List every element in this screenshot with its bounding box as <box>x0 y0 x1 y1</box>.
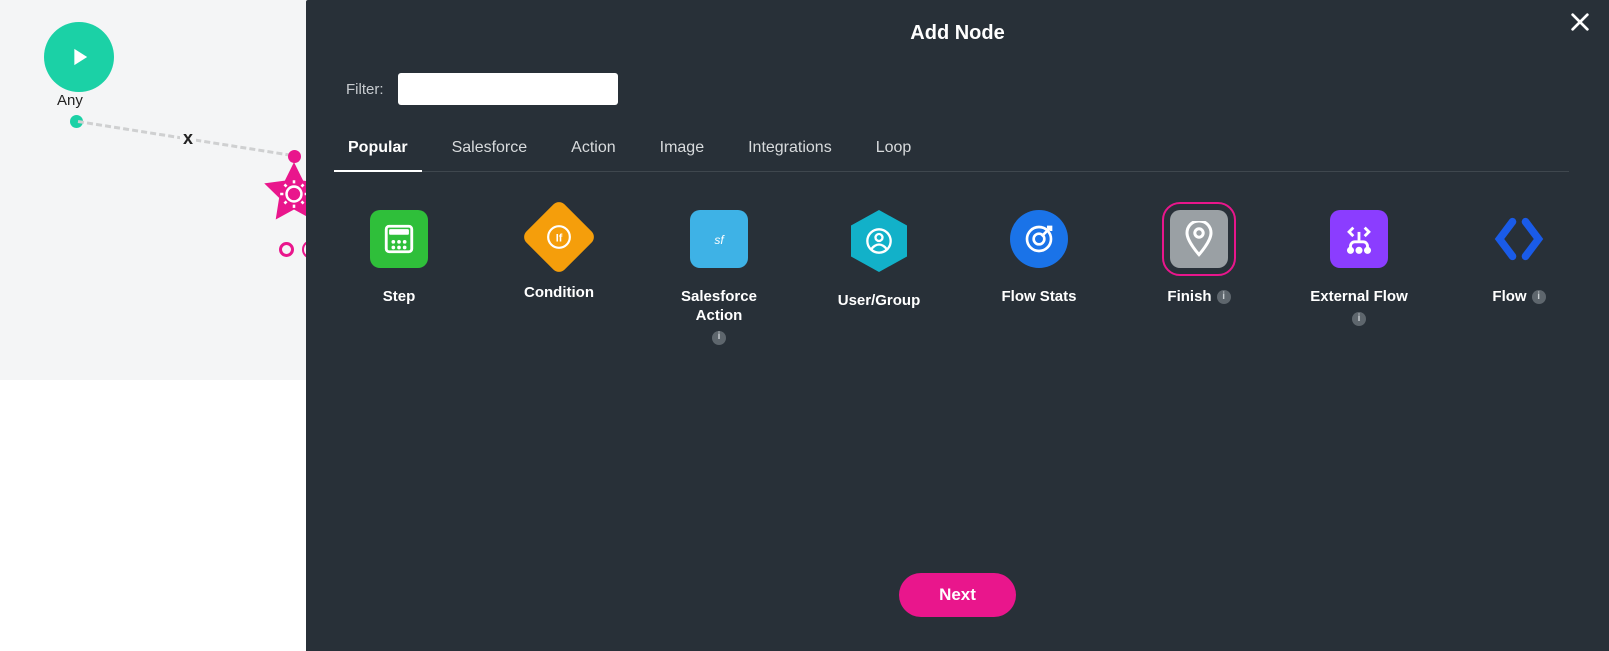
if-icon: If <box>521 199 597 275</box>
tile-label: User/Group <box>838 292 921 311</box>
tab-popular[interactable]: Popular <box>346 139 410 171</box>
tab-image[interactable]: Image <box>658 139 706 171</box>
user-icon <box>851 210 907 272</box>
info-icon[interactable]: i <box>712 331 726 345</box>
tile-external-flow[interactable]: External Flowi <box>1309 210 1409 345</box>
delete-connection-button[interactable]: x <box>180 128 196 149</box>
play-icon <box>65 43 93 71</box>
tile-condition[interactable]: If Condition <box>509 210 609 345</box>
tile-flow-stats[interactable]: Flow Stats <box>989 210 1089 345</box>
tile-flow[interactable]: Flowi <box>1469 210 1569 345</box>
tile-label: Finishi <box>1167 288 1230 307</box>
add-node-panel: Add Node Filter: Popular Salesforce Action… <box>306 0 1609 651</box>
info-icon[interactable]: i <box>1217 290 1231 304</box>
info-icon[interactable]: i <box>1532 290 1546 304</box>
tile-label: External Flowi <box>1309 288 1409 326</box>
close-icon <box>1569 11 1591 33</box>
node-output-port[interactable] <box>279 242 294 257</box>
tile-step[interactable]: Step <box>349 210 449 345</box>
tile-label: Condition <box>524 284 594 303</box>
tab-action[interactable]: Action <box>569 139 617 171</box>
tile-label: Salesforce Actioni <box>669 288 769 345</box>
cloud-icon: sf <box>690 210 748 268</box>
filter-row: Filter: <box>346 73 1569 105</box>
target-icon <box>1010 210 1068 268</box>
tile-label: Flowi <box>1492 288 1545 307</box>
close-button[interactable] <box>1569 10 1591 38</box>
splitout-icon <box>1330 210 1388 268</box>
filter-input[interactable] <box>398 73 618 105</box>
tile-finish[interactable]: Finishi <box>1149 210 1249 345</box>
grid-icon <box>370 210 428 268</box>
start-node[interactable] <box>44 22 114 92</box>
flow-canvas[interactable]: Any x <box>0 0 306 380</box>
tile-label: Step <box>383 288 416 307</box>
brackets-icon <box>1490 210 1548 268</box>
tile-label: Flow Stats <box>1001 288 1076 307</box>
tiles: Step If Condition sf Salesforce Actioni User/… <box>346 172 1569 345</box>
info-icon[interactable]: i <box>1352 312 1366 326</box>
tile-user-group[interactable]: User/Group <box>829 210 929 345</box>
tab-integrations[interactable]: Integrations <box>746 139 834 171</box>
panel-title: Add Node <box>346 22 1569 45</box>
tab-salesforce[interactable]: Salesforce <box>450 139 530 171</box>
next-button[interactable]: Next <box>899 573 1016 617</box>
svg-text:If: If <box>556 232 563 244</box>
tile-salesforce-action[interactable]: sf Salesforce Actioni <box>669 210 769 345</box>
start-node-label: Any <box>57 92 83 109</box>
tabs: Popular Salesforce Action Image Integrations… <box>346 139 1569 172</box>
pin-icon <box>1170 210 1228 268</box>
tab-loop[interactable]: Loop <box>874 139 914 171</box>
filter-label: Filter: <box>346 81 384 98</box>
